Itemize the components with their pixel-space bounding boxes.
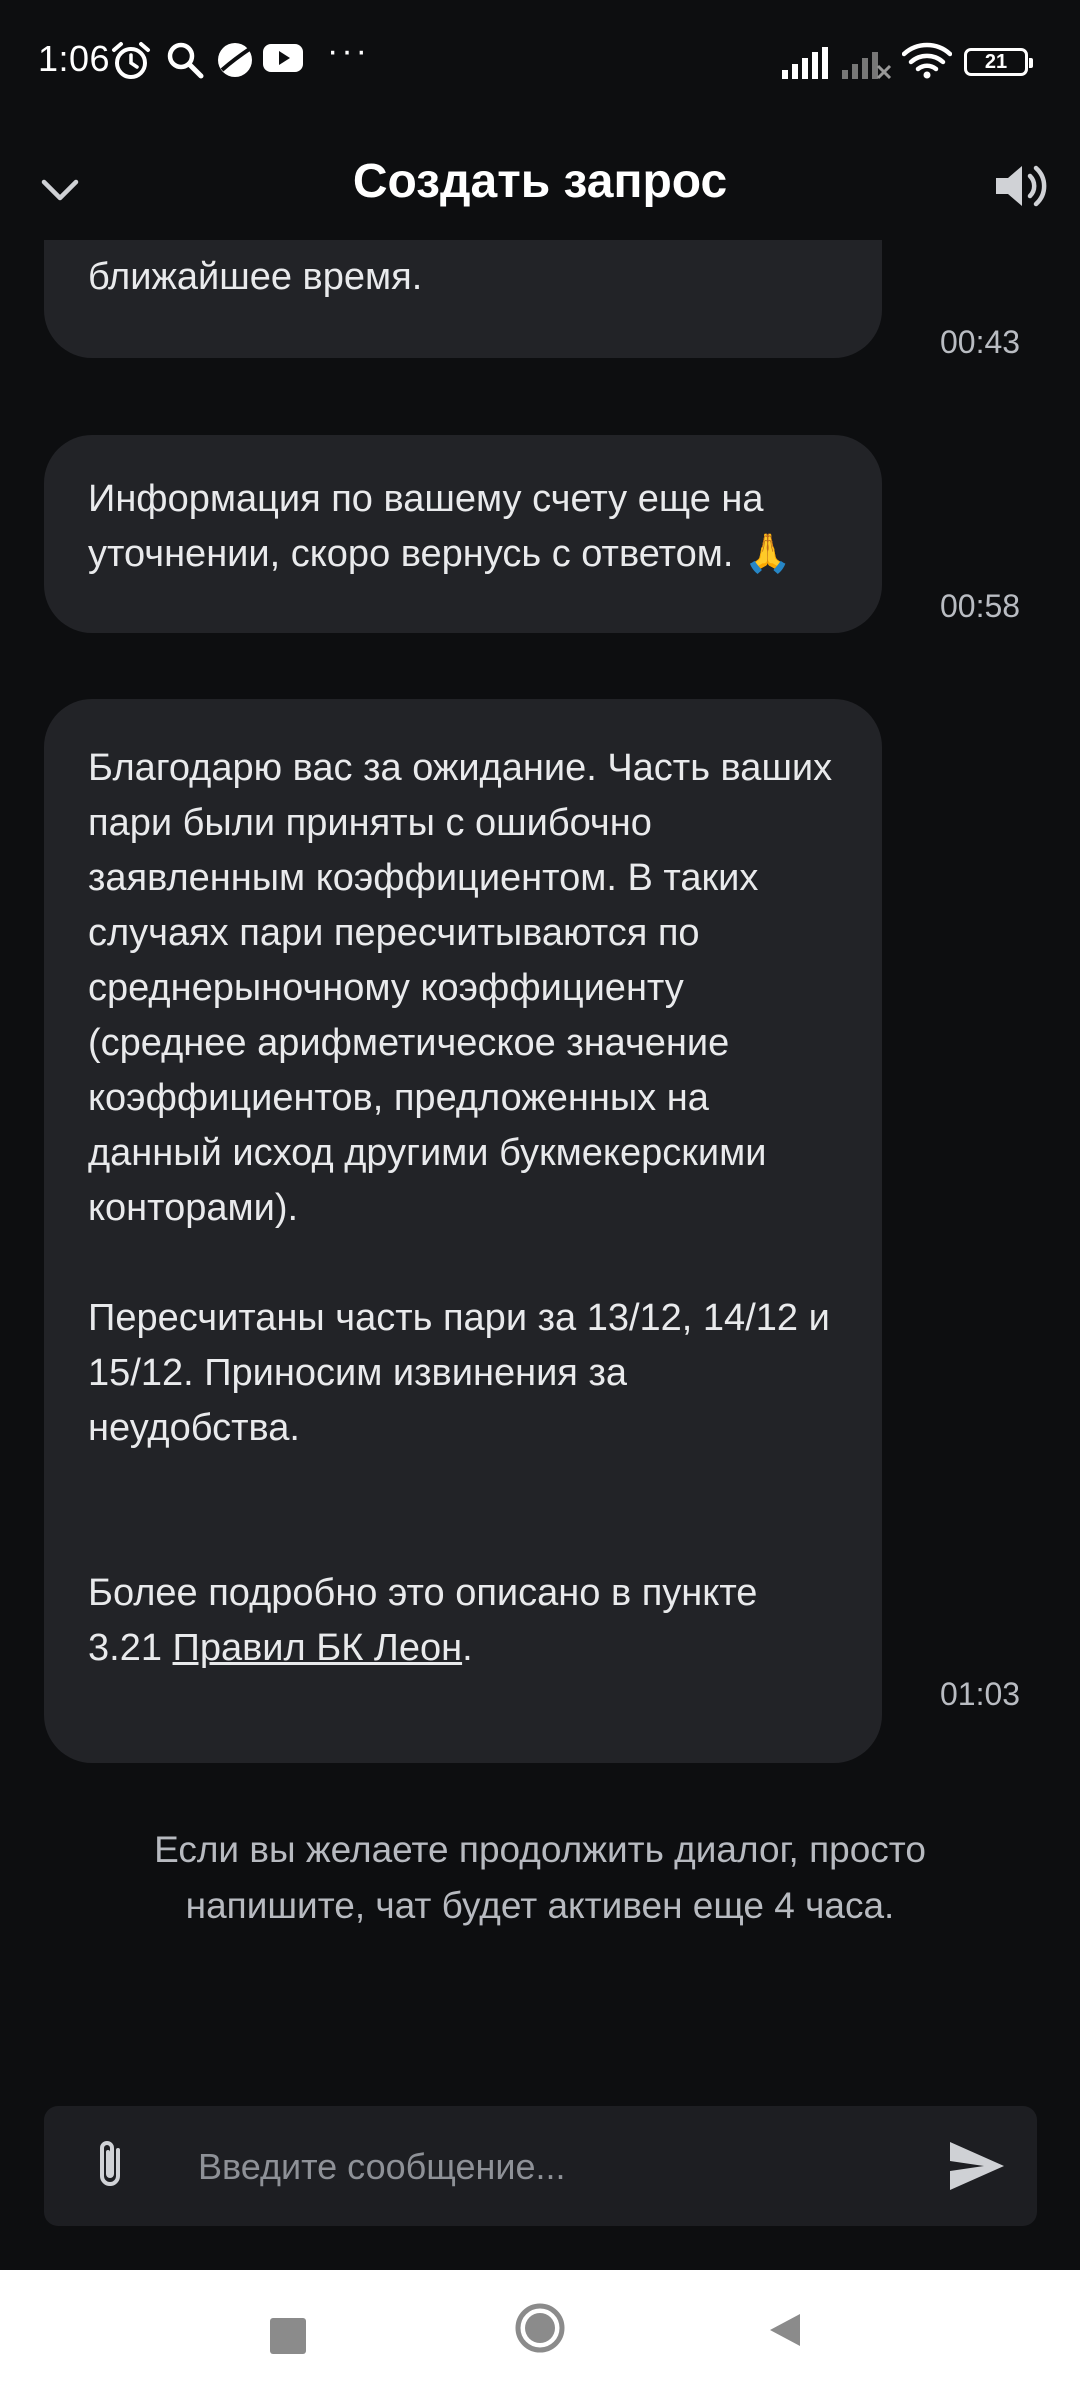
back-button[interactable] [766,2310,806,2350]
system-nav-bar [0,2270,1080,2400]
more-notifications-icon: ··· [327,32,370,70]
signal-no-service-icon [842,52,892,80]
message-time: 00:43 [940,324,1021,360]
message-text: Благодарю вас за ожидание. Часть ваших п… [88,747,833,1229]
chat-active-note: Если вы желаете продолжить диалог, прост… [154,1829,926,1926]
battery-icon: 21 [964,48,1033,76]
home-button[interactable] [514,2302,566,2354]
message-text-suffix: . [462,1627,473,1669]
paperclip-icon[interactable] [82,2136,142,2196]
screen: 1:06 ··· 21 Создать запрос ближайшее вре… [0,0,1080,2400]
message-text: ближайшее время. [88,256,423,298]
chat-area: ближайшее время. 00:43 Информация по ваш… [0,240,1080,2080]
app-header: Создать запрос [0,130,1080,240]
message-time: 00:58 [940,588,1021,624]
rules-link[interactable]: Правил БК Леон [173,1627,463,1669]
search-icon [167,42,204,79]
status-time: 1:06 [38,38,111,79]
message-text: Информация по вашему счету еще на уточне… [88,478,792,575]
message-bubble: ближайшее время. [44,240,882,358]
message-text: Более подробно это описано в пункте 3.21… [88,1566,838,1676]
page-title: Создать запрос [352,155,728,208]
status-bar: 1:06 ··· 21 [0,0,1080,130]
alarm-icon [112,42,150,79]
message-input[interactable] [196,2126,920,2208]
speaker-icon[interactable] [990,156,1050,216]
message-composer [44,2106,1037,2226]
message-bubble: Информация по вашему счету еще на уточне… [44,435,882,633]
recents-button[interactable] [270,2318,306,2354]
youtube-icon [263,44,303,72]
wifi-icon [902,42,952,79]
message-text: Пересчитаны часть пари за 13/12, 14/12 и… [88,1297,830,1449]
send-icon[interactable] [944,2134,1008,2198]
message-bubble: Благодарю вас за ожидание. Часть ваших п… [44,699,882,1763]
signal-icon [782,47,828,79]
browser-icon [218,43,253,77]
message-time: 01:03 [940,1676,1021,1712]
